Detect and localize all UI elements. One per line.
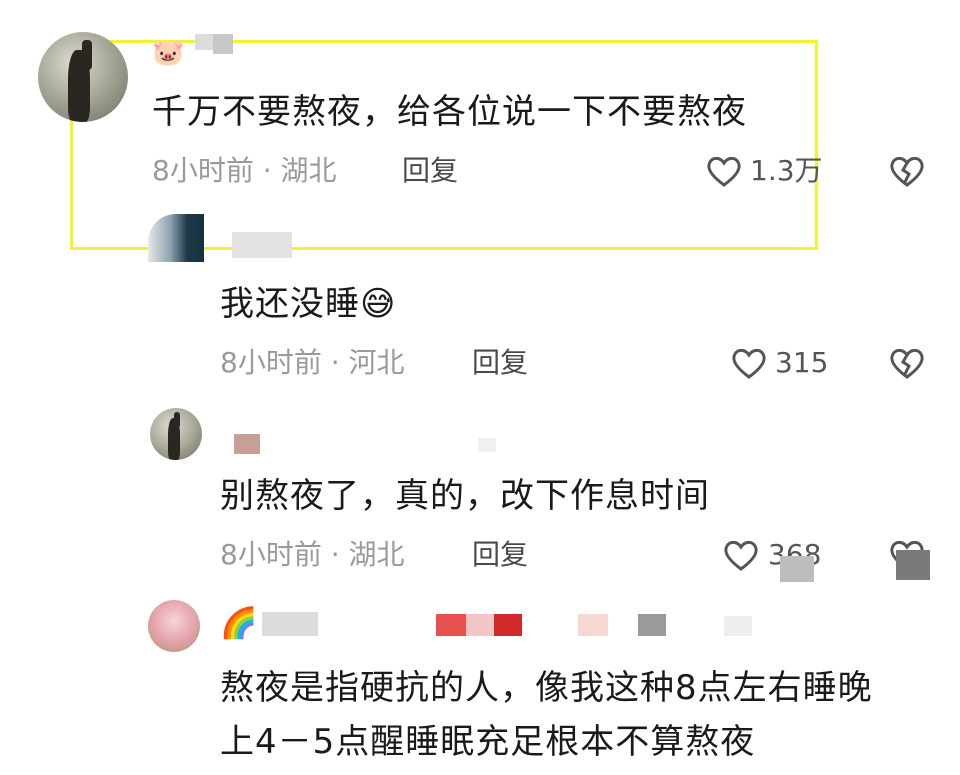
username-blur: [213, 34, 233, 54]
reply-button[interactable]: 回复: [472, 538, 528, 572]
avatar[interactable]: [148, 600, 200, 652]
like-count: 315: [775, 346, 829, 379]
comment-text: 别熬夜了，真的，改下作息时间: [220, 476, 710, 516]
pig-icon: 🐷: [152, 38, 185, 68]
username-blur: [724, 616, 752, 636]
comment-meta: 8小时前 · 湖北: [152, 154, 337, 187]
username-blur: [262, 612, 318, 636]
username-blur: [234, 434, 260, 454]
comment-meta: 8小时前 · 河北: [220, 346, 405, 379]
username-blur: [232, 232, 292, 258]
comment-text-line1: 熬夜是指硬抗的人，像我这种8点左右睡晚: [220, 668, 873, 708]
dislike-icon[interactable]: [888, 346, 926, 380]
comment-meta: 8小时前 · 湖北: [220, 538, 405, 571]
like-count: 1.3万: [750, 154, 823, 187]
avatar[interactable]: [148, 214, 204, 262]
username-blur: [494, 614, 522, 636]
heart-icon[interactable]: [730, 346, 768, 380]
heart-icon[interactable]: [722, 538, 760, 572]
comment-text: 千万不要熬夜，给各位说一下不要熬夜: [152, 92, 747, 132]
reply-button[interactable]: 回复: [402, 154, 458, 188]
avatar[interactable]: [38, 32, 128, 122]
reply-button[interactable]: 回复: [472, 346, 528, 380]
rainbow-icon: 🌈: [220, 606, 258, 641]
dislike-icon[interactable]: [888, 154, 926, 188]
username-blur: [466, 614, 494, 636]
avatar[interactable]: [150, 408, 202, 460]
heart-icon[interactable]: [705, 154, 743, 188]
comment-text-content: 我还没睡: [220, 284, 360, 324]
username-blur: [478, 438, 496, 452]
sweat-smile-emoji: 😅: [360, 284, 397, 324]
mosaic-blur: [780, 556, 814, 582]
username-blur: [638, 614, 666, 636]
mosaic-blur: [896, 550, 930, 580]
username-blur: [436, 614, 466, 636]
username-blur: [578, 614, 608, 636]
username-blur: [195, 34, 213, 50]
comment-text-line2: 上4－5点醒睡眠充足根本不算熬夜: [220, 722, 756, 762]
comment-text: 我还没睡😅: [220, 284, 396, 324]
